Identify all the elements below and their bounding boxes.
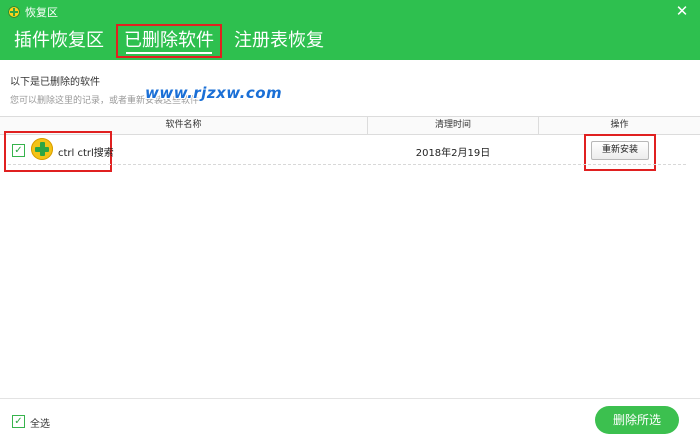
- app-logo-icon: [8, 6, 20, 18]
- clear-time: 2018年2月19日: [415, 148, 491, 159]
- footer-divider: [0, 398, 700, 399]
- tab-plugin-recovery[interactable]: 插件恢复区: [6, 24, 112, 58]
- header-bar: 恢复区 ✕ 插件恢复区 已删除软件 注册表恢复: [0, 0, 700, 60]
- column-header-action: 操作: [610, 120, 629, 130]
- active-tab-underline: [126, 52, 212, 54]
- software-name: ctrl ctrl搜索: [58, 148, 114, 159]
- tab-bar: 插件恢复区 已删除软件 注册表恢复: [6, 24, 336, 58]
- watermark: www.rjzxw.com: [145, 84, 283, 102]
- info-title: 以下是已删除的软件: [10, 77, 100, 88]
- tab-registry-recovery[interactable]: 注册表恢复: [226, 24, 332, 58]
- select-all-checkbox[interactable]: ✓: [12, 415, 25, 428]
- column-header-time: 清理时间: [368, 117, 539, 134]
- select-all-label[interactable]: 全选: [30, 415, 50, 430]
- delete-selected-button[interactable]: 删除所选: [595, 406, 679, 434]
- title-bar: 恢复区: [8, 4, 58, 20]
- window-title: 恢复区: [25, 6, 58, 19]
- software-icon: [31, 138, 53, 160]
- reinstall-button[interactable]: 重新安装: [591, 141, 649, 160]
- tab-deleted-software-label: 已删除软件: [124, 30, 214, 51]
- tab-deleted-software[interactable]: 已删除软件: [116, 24, 222, 58]
- row-divider: [8, 164, 686, 165]
- row-checkbox[interactable]: ✓: [12, 144, 25, 157]
- close-icon[interactable]: ✕: [674, 3, 690, 19]
